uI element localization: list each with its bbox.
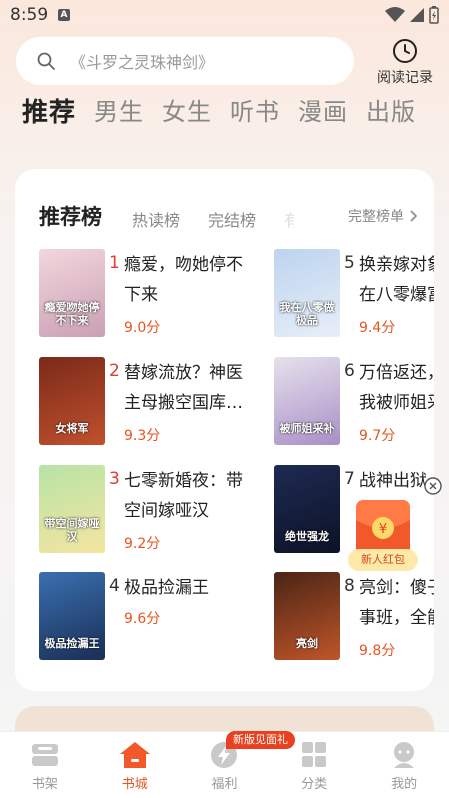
profile-icon — [394, 742, 415, 768]
book-cover: 带空间嫁哑汉 — [39, 465, 105, 553]
reading-history-button[interactable]: 阅读记录 — [370, 38, 440, 87]
book-title: 万倍返还，我被师姐采补 — [359, 363, 434, 413]
search-placeholder: 《斗罗之灵珠神剑》 — [70, 53, 215, 72]
tab-recommend[interactable]: 推荐 — [22, 92, 76, 129]
nav-label: 福利 — [211, 777, 238, 792]
nav-label: 我的 — [391, 777, 418, 792]
red-packet-label[interactable]: 新人红包 — [348, 549, 418, 571]
book-cover: 绝世强龙 — [274, 465, 340, 553]
book-item[interactable]: 女将军 2 替嫁流放？神医主母搬空国库… 9.3分 — [39, 357, 243, 447]
close-icon[interactable] — [424, 477, 442, 495]
book-score: 9.0分 — [124, 320, 161, 336]
wifi-icon — [385, 7, 405, 22]
nav-bookshelf[interactable]: 书架 — [0, 732, 90, 798]
rank-number: 3 — [109, 469, 120, 489]
cover-title: 亮剑 — [296, 637, 318, 650]
book-title: 替嫁流放？神医主母搬空国库… — [124, 363, 243, 413]
rank-number: 4 — [109, 576, 120, 596]
book-score: 9.2分 — [124, 536, 161, 552]
cover-title: 极品捡漏王 — [44, 637, 100, 650]
book-cover: 我在八零做极品 — [274, 249, 340, 337]
book-item[interactable]: 亮剑 8 亮剑：傻子事班，全能 9.8分 — [274, 572, 434, 662]
category-icon — [302, 742, 327, 767]
book-list: 瘾爱吻她停不下来 1 瘾爱，吻她停不下来 9.0分 女将军 2 替嫁流放？神医主… — [15, 169, 434, 691]
battery-icon — [429, 6, 439, 24]
tab-publish[interactable]: 出版 — [366, 92, 416, 129]
cover-title: 瘾爱吻她停不下来 — [44, 301, 100, 327]
tab-male[interactable]: 男生 — [94, 92, 144, 129]
clock-icon — [393, 39, 417, 63]
book-item[interactable]: 被师姐采补 6 万倍返还，我被师姐采补 9.7分 — [274, 357, 434, 447]
top-tabs: 推荐 男生 女生 听书 漫画 出版 — [22, 92, 434, 129]
cover-title: 我在八零做极品 — [279, 301, 335, 327]
cover-title: 女将军 — [55, 422, 89, 435]
status-time: 8:59 — [10, 5, 49, 25]
rank-number: 8 — [344, 576, 355, 596]
rank-tab-label: 推荐榜 — [39, 205, 102, 229]
book-cover: 被师姐采补 — [274, 357, 340, 445]
rank-number: 2 — [109, 361, 120, 381]
tab-audiobook[interactable]: 听书 — [230, 92, 280, 129]
bottom-nav: 书架 书城 福利 分类 我的 — [0, 731, 449, 798]
cover-title: 绝世强龙 — [285, 530, 329, 543]
rank-number: 7 — [344, 469, 355, 489]
nav-label: 书城 — [121, 777, 148, 792]
status-bar: 8:59 A — [0, 0, 449, 30]
ranking-card: 推荐榜 热读榜 完结榜 有 完整榜单 瘾爱吻她停不下来 1 瘾爱，吻她停不下来 … — [15, 169, 434, 691]
book-item[interactable]: 带空间嫁哑汉 3 七零新婚夜：带空间嫁哑汉 9.2分 — [39, 465, 243, 555]
book-score: 9.8分 — [359, 643, 396, 659]
book-item[interactable]: 瘾爱吻她停不下来 1 瘾爱，吻她停不下来 9.0分 — [39, 249, 243, 339]
book-item[interactable]: 极品捡漏王 4 极品捡漏王 9.6分 — [39, 572, 239, 662]
book-score: 9.3分 — [124, 428, 161, 444]
book-title: 瘾爱，吻她停不下来 — [124, 255, 243, 305]
book-cover: 亮剑 — [274, 572, 340, 660]
notification-icon: A — [58, 9, 70, 21]
book-score: 9.6分 — [124, 611, 161, 627]
svg-text:¥: ¥ — [379, 522, 387, 537]
rank-number: 6 — [344, 361, 355, 381]
nav-label: 书架 — [31, 777, 58, 792]
book-title: 亮剑：傻子事班，全能 — [359, 578, 434, 628]
bookshelf-icon — [31, 744, 58, 766]
new-version-gift-badge: 新版见面礼 — [226, 731, 295, 749]
book-cover: 极品捡漏王 — [39, 572, 105, 660]
book-title: 换亲嫁对象在八零爆富 — [359, 255, 434, 305]
book-score: 9.4分 — [359, 320, 396, 336]
book-title: 极品捡漏王 — [124, 578, 209, 598]
rank-tab-recommend[interactable]: 推荐榜 — [39, 201, 102, 231]
book-cover: 瘾爱吻她停不下来 — [39, 249, 105, 337]
book-title: 战神出狱 — [359, 471, 427, 491]
status-icons — [385, 6, 439, 24]
book-item[interactable]: 我在八零做极品 5 换亲嫁对象在八零爆富 9.4分 — [274, 249, 434, 339]
nav-profile[interactable]: 我的 — [359, 732, 449, 798]
cover-title: 被师姐采补 — [279, 422, 335, 435]
bookstore-icon — [119, 742, 150, 768]
book-score: 9.7分 — [359, 428, 396, 444]
nav-label: 分类 — [301, 777, 328, 792]
cover-title: 带空间嫁哑汉 — [44, 517, 100, 543]
rank-number: 5 — [344, 253, 355, 273]
nav-bookstore[interactable]: 书城 — [90, 732, 180, 798]
signal-icon — [410, 8, 424, 22]
reading-history-label: 阅读记录 — [377, 70, 433, 86]
search-icon — [37, 52, 55, 70]
search-bar[interactable]: 《斗罗之灵珠神剑》 — [16, 37, 354, 85]
book-cover: 女将军 — [39, 357, 105, 445]
tab-female[interactable]: 女生 — [162, 92, 212, 129]
book-title: 七零新婚夜：带空间嫁哑汉 — [124, 471, 243, 521]
rank-number: 1 — [109, 253, 120, 273]
tab-comic[interactable]: 漫画 — [298, 92, 348, 129]
